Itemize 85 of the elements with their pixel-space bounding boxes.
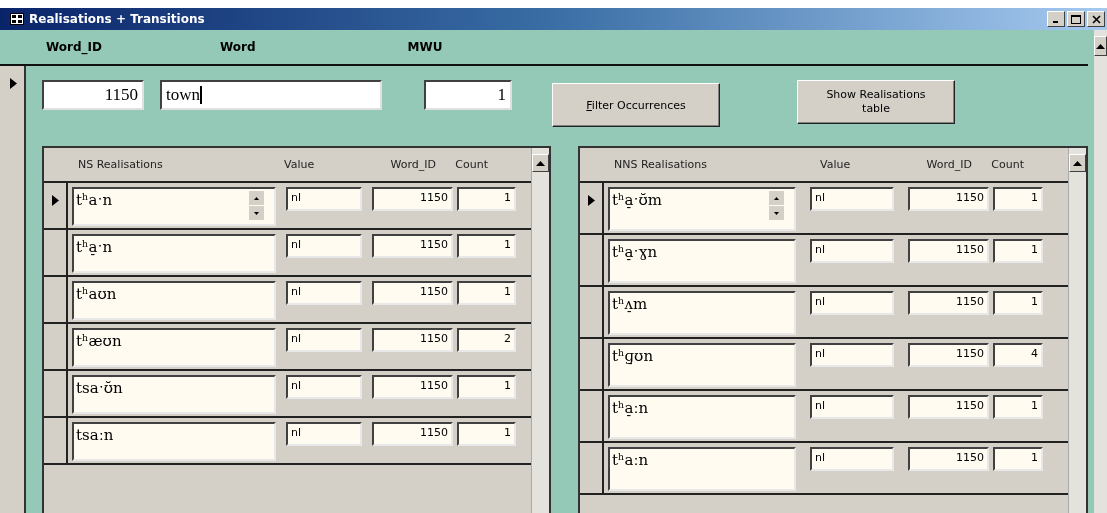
value-field[interactable]: nl xyxy=(810,395,894,419)
column-header: NNS Realisations xyxy=(614,158,708,171)
minimize-button[interactable] xyxy=(1047,11,1065,27)
realisation-field[interactable]: tʰaˑn xyxy=(72,187,276,226)
spin-down-button[interactable] xyxy=(769,206,784,220)
value-field[interactable]: nl xyxy=(286,375,362,399)
window-title: Realisations + Transitions xyxy=(29,12,206,26)
value-field[interactable]: nl xyxy=(810,291,894,315)
column-header: Value xyxy=(284,158,316,171)
value-field[interactable]: nl xyxy=(286,234,362,258)
word-id-field[interactable]: 1150 xyxy=(372,328,453,352)
word-id-field[interactable]: 1150 xyxy=(372,422,453,446)
count-field[interactable]: 1 xyxy=(457,187,516,211)
filter-occurrences-button[interactable]: Filter Occurrences xyxy=(552,83,720,127)
word-id-field[interactable]: 1150 xyxy=(908,291,989,315)
spin-down-button[interactable] xyxy=(249,206,264,220)
realisation-field[interactable]: tsaːn xyxy=(72,422,276,461)
word-id-field[interactable]: 1150 xyxy=(372,281,453,305)
value-field[interactable]: nl xyxy=(810,447,894,471)
scroll-up-icon xyxy=(1096,43,1105,49)
maximize-button[interactable] xyxy=(1067,11,1085,27)
realisation-field[interactable]: tʰæʊn xyxy=(72,328,276,367)
mwu-field[interactable]: 1 xyxy=(424,80,512,110)
column-label: MWU xyxy=(407,40,443,54)
count-field[interactable]: 2 xyxy=(457,328,516,352)
count-field[interactable]: 1 xyxy=(993,187,1043,211)
realisation-field[interactable]: tsaˑʊ̆n xyxy=(72,375,276,414)
count-field[interactable]: 1 xyxy=(993,447,1043,471)
realisation-field[interactable]: tʰaʊn xyxy=(72,281,276,320)
scrollbar[interactable] xyxy=(531,148,549,513)
value-field[interactable]: nl xyxy=(810,343,894,367)
realisation-field[interactable]: tʰaːn xyxy=(608,447,796,491)
maximize-icon xyxy=(1071,14,1081,24)
realisation-field[interactable]: tʰa̠ˑɣn xyxy=(608,239,796,283)
count-field[interactable]: 1 xyxy=(457,422,516,446)
word-id-field[interactable]: 1150 xyxy=(908,187,989,211)
record-selector[interactable] xyxy=(0,66,26,513)
value-field[interactable]: nl xyxy=(286,328,362,352)
scroll-up-icon xyxy=(1073,160,1082,166)
spin-up-button[interactable] xyxy=(769,191,784,205)
value-field[interactable]: nl xyxy=(286,281,362,305)
word-id-field[interactable]: 1150 xyxy=(372,234,453,258)
close-button[interactable] xyxy=(1087,11,1105,27)
column-label: Word_ID xyxy=(46,40,102,54)
realisation-field[interactable]: tʰa̠ˑn xyxy=(72,234,276,273)
spin-up-button[interactable] xyxy=(249,191,264,205)
word-field[interactable]: town xyxy=(160,80,382,110)
count-field[interactable]: 4 xyxy=(993,343,1043,367)
current-record-icon xyxy=(52,195,59,206)
current-record-icon xyxy=(588,195,595,206)
form-icon xyxy=(10,13,24,25)
word-id-field[interactable]: 1150 xyxy=(372,375,453,399)
word-id-field[interactable]: 1150 xyxy=(372,187,453,211)
column-header: NS Realisations xyxy=(78,158,164,171)
scroll-up-icon xyxy=(536,160,545,166)
count-field[interactable]: 1 xyxy=(993,239,1043,263)
column-header: Word_ID xyxy=(389,158,436,171)
column-label: Word xyxy=(220,40,256,54)
current-record-icon xyxy=(10,78,17,89)
column-header: Count xyxy=(990,158,1024,171)
show-realisations-button[interactable]: Show Realisations table xyxy=(797,80,955,124)
word-id-field[interactable]: 1150 xyxy=(908,239,989,263)
count-field[interactable]: 1 xyxy=(993,291,1043,315)
count-field[interactable]: 1 xyxy=(993,395,1043,419)
realisation-field[interactable]: tʰa̠ːn xyxy=(608,395,796,439)
count-field[interactable]: 1 xyxy=(457,234,516,258)
value-field[interactable]: nl xyxy=(286,422,362,446)
realisation-field[interactable]: tʰɡ̠ʊn xyxy=(608,343,796,387)
scrollbar[interactable] xyxy=(1088,30,1107,513)
column-header: Word_ID xyxy=(925,158,972,171)
column-header: Value xyxy=(820,158,852,171)
realisation-field[interactable]: tʰa̠ˑʊ̆m xyxy=(608,187,796,231)
word-id-field[interactable]: 1150 xyxy=(908,395,989,419)
word-id-field[interactable]: 1150 xyxy=(908,447,989,471)
count-field[interactable]: 1 xyxy=(457,281,516,305)
value-field[interactable]: nl xyxy=(810,239,894,263)
close-icon xyxy=(1091,14,1101,24)
word-id-field[interactable]: 1150 xyxy=(908,343,989,367)
realisation-field[interactable]: tʰʌ̠m xyxy=(608,291,796,335)
value-field[interactable]: nl xyxy=(286,187,362,211)
word-id-field[interactable]: 1150 xyxy=(42,80,144,110)
value-field[interactable]: nl xyxy=(810,187,894,211)
column-header: Count xyxy=(454,158,488,171)
count-field[interactable]: 1 xyxy=(457,375,516,399)
scrollbar[interactable] xyxy=(1068,148,1086,513)
